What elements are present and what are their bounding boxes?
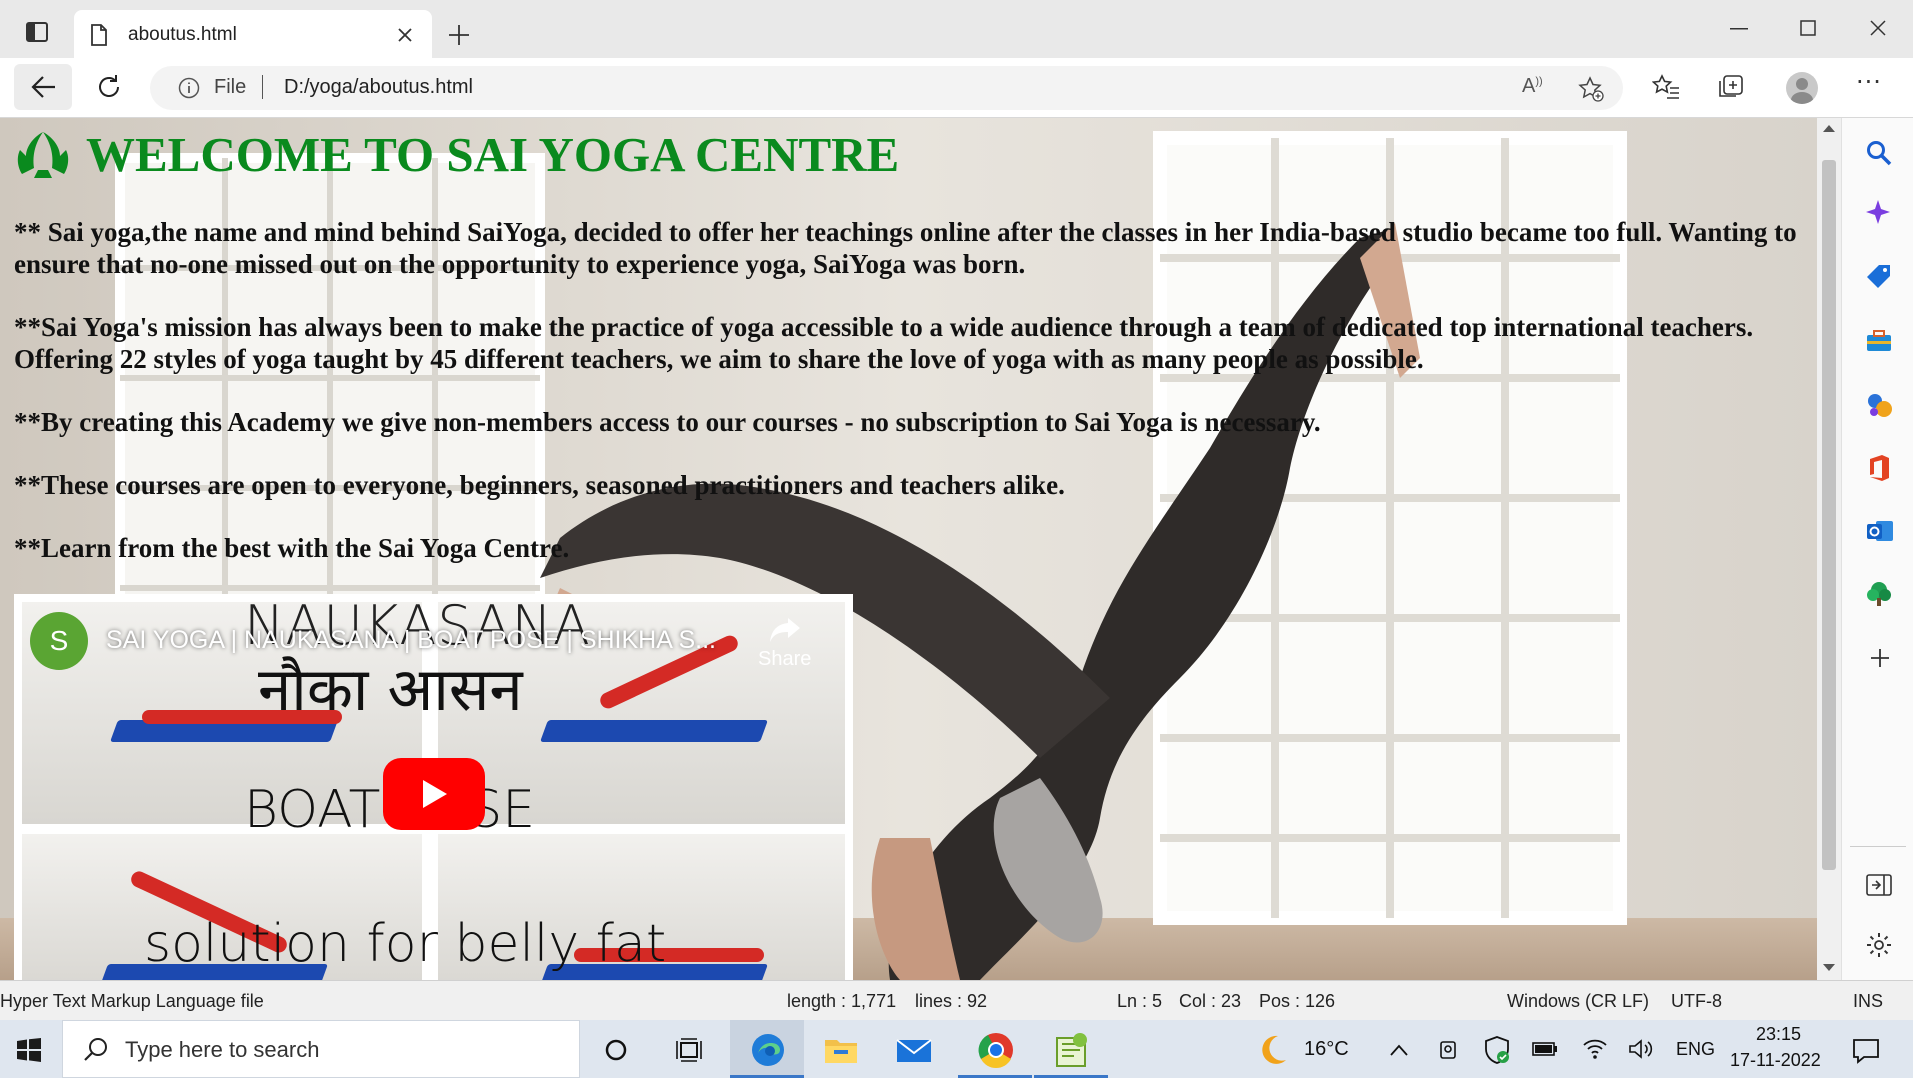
scroll-up-icon[interactable]	[1823, 124, 1835, 132]
address-bar[interactable]: File D:/yoga/aboutus.html A))	[150, 66, 1623, 110]
youtube-embed[interactable]: NAUKASANA नौका आसन BOAT POSE solution fo…	[14, 594, 853, 980]
minimize-icon[interactable]	[1730, 28, 1748, 30]
search-icon[interactable]	[1866, 140, 1892, 166]
info-icon[interactable]	[178, 77, 200, 99]
favorites-icon[interactable]	[1652, 74, 1680, 100]
status-lines: lines : 92	[915, 991, 988, 1011]
shopping-icon[interactable]	[1866, 264, 1892, 290]
yoga-mat	[539, 720, 769, 742]
windows-taskbar: Type here to search 16°C ENG 23:15 17-11…	[0, 1020, 1913, 1078]
outlook-icon[interactable]	[1866, 518, 1894, 544]
thumb-text-bottom: solution for belly fat	[144, 914, 667, 974]
editor-status-bar: Hyper Text Markup Language file length :…	[0, 980, 1913, 1020]
scrollbar-thumb[interactable]	[1822, 160, 1836, 870]
status-position: Pos : 126	[1259, 991, 1336, 1011]
tab-strip: aboutus.html	[0, 0, 1913, 58]
status-encoding: UTF-8	[1671, 991, 1722, 1011]
tree-icon[interactable]	[1866, 580, 1892, 608]
navigation-bar: File D:/yoga/aboutus.html A)) ···	[0, 58, 1913, 118]
close-tab-icon[interactable]	[398, 28, 412, 42]
show-hidden-icons-icon[interactable]	[1390, 1044, 1408, 1056]
share-icon[interactable]	[768, 616, 802, 644]
thumb-text-hindi: नौका आसन	[258, 655, 523, 725]
share-label[interactable]: Share	[758, 648, 811, 671]
office-icon[interactable]	[1866, 454, 1892, 482]
taskbar-search-box[interactable]: Type here to search	[62, 1020, 580, 1078]
clock-time[interactable]: 23:15	[1756, 1024, 1801, 1045]
lotus-hands-icon	[17, 132, 69, 178]
taskbar-edge-app[interactable]	[730, 1020, 804, 1078]
about-paragraph-3: **By creating this Academy we give non-m…	[14, 407, 1321, 437]
cortana-icon[interactable]	[605, 1039, 627, 1061]
edge-sidebar	[1841, 118, 1913, 980]
status-eol: Windows (CR LF)	[1507, 991, 1650, 1011]
play-button[interactable]	[383, 758, 485, 830]
scroll-down-icon[interactable]	[1823, 964, 1835, 972]
language-indicator[interactable]: ENG	[1676, 1039, 1715, 1060]
status-insert-mode: INS	[1853, 991, 1884, 1011]
search-icon	[84, 1038, 107, 1061]
maximize-icon[interactable]	[1800, 20, 1816, 36]
page-title: WELCOME TO SAI YOGA CENTRE	[86, 127, 900, 182]
back-button[interactable]	[14, 64, 72, 110]
taskbar-chrome-app[interactable]	[958, 1020, 1032, 1078]
address-separator	[262, 75, 263, 99]
chrome-icon	[978, 1033, 1013, 1068]
sidebar-settings-icon[interactable]	[1866, 932, 1892, 958]
windows-start-icon[interactable]	[16, 1038, 42, 1062]
status-column: Col : 23	[1179, 991, 1242, 1011]
address-url: D:/yoga/aboutus.html	[284, 76, 473, 98]
meet-now-icon[interactable]	[1438, 1038, 1460, 1062]
status-file-type: Hyper Text Markup Language file	[0, 991, 264, 1011]
sidebar-divider	[1850, 846, 1906, 847]
volume-icon[interactable]	[1628, 1038, 1654, 1060]
notifications-icon[interactable]	[1852, 1038, 1880, 1064]
address-prefix: File	[214, 76, 247, 98]
page-viewport: WELCOME TO SAI YOGA CENTRE ** Sai yoga,t…	[0, 118, 1817, 980]
tab-aboutus[interactable]: aboutus.html	[74, 10, 432, 58]
about-paragraph-5: **Learn from the best with the Sai Yoga …	[14, 533, 570, 563]
tab-actions-icon[interactable]	[26, 22, 48, 42]
add-sidebar-app-icon[interactable]	[1870, 648, 1890, 668]
status-length: length : 1,771	[787, 991, 897, 1011]
about-paragraph-2: **Sai Yoga's mission has always been to …	[14, 312, 1754, 374]
refresh-icon[interactable]	[96, 74, 122, 100]
clock-date[interactable]: 17-11-2022	[1730, 1050, 1821, 1071]
taskbar-search-placeholder: Type here to search	[125, 1037, 320, 1062]
edge-icon	[752, 1034, 784, 1066]
discover-icon[interactable]	[1866, 200, 1892, 226]
vertical-scrollbar[interactable]	[1817, 118, 1841, 980]
back-arrow-icon	[31, 76, 55, 98]
file-explorer-icon[interactable]	[824, 1036, 858, 1064]
weather-temperature[interactable]: 16°C	[1304, 1038, 1349, 1061]
hide-sidebar-icon[interactable]	[1866, 874, 1892, 896]
taskbar-notepadpp-app[interactable]	[1034, 1020, 1108, 1078]
read-aloud-icon[interactable]: A))	[1522, 75, 1543, 98]
weather-moon-icon[interactable]	[1256, 1032, 1290, 1066]
battery-icon[interactable]	[1532, 1042, 1558, 1056]
collections-icon[interactable]	[1718, 74, 1746, 100]
task-view-icon[interactable]	[675, 1038, 703, 1062]
status-line: Ln : 5	[1117, 991, 1163, 1011]
video-title[interactable]: SAI YOGA | NAUKASANA | BOAT POSE | SHIKH…	[106, 626, 716, 655]
channel-avatar[interactable]: S	[30, 612, 88, 670]
tab-title: aboutus.html	[128, 24, 237, 45]
about-paragraph-4: **These courses are open to everyone, be…	[14, 470, 1065, 500]
wifi-icon[interactable]	[1582, 1036, 1608, 1060]
close-window-icon[interactable]	[1870, 20, 1886, 36]
notepad-plus-plus-icon	[1056, 1033, 1087, 1067]
profile-avatar[interactable]	[1786, 72, 1818, 104]
games-icon[interactable]	[1866, 392, 1894, 418]
tools-icon[interactable]	[1866, 328, 1892, 354]
new-tab-icon[interactable]	[448, 24, 470, 46]
add-favorite-icon[interactable]	[1578, 76, 1604, 102]
play-icon	[423, 780, 447, 808]
more-options-icon[interactable]: ···	[1856, 68, 1882, 96]
security-icon[interactable]	[1484, 1036, 1510, 1064]
mail-icon[interactable]	[896, 1036, 932, 1064]
about-paragraph-1: ** Sai yoga,the name and mind behind Sai…	[14, 217, 1797, 279]
page-icon	[91, 24, 107, 46]
